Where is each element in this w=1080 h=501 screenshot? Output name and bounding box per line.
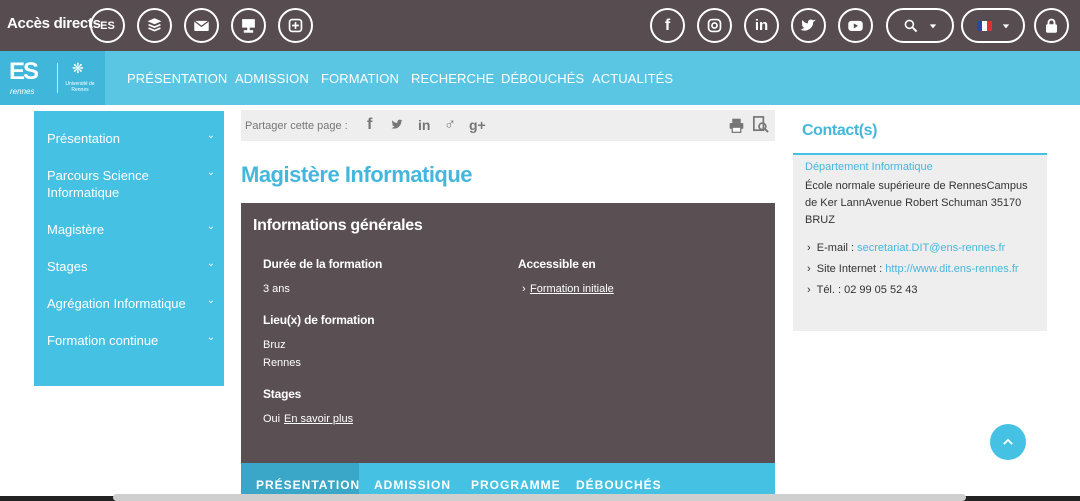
nav-item-recherche[interactable]: RECHERCHE — [411, 71, 494, 86]
quick-access-title: Accès directs — [7, 15, 101, 32]
chevron-down-icon[interactable]: ⌄ — [207, 258, 215, 269]
sidebar-item-presentation[interactable]: Présentation — [47, 130, 202, 147]
french-flag-icon — [976, 20, 992, 31]
phone-number: Tél. : 02 99 05 52 43 — [816, 284, 918, 296]
contact-bullet: › — [807, 263, 811, 275]
chevron-down-icon[interactable]: ⌄ — [207, 130, 215, 141]
youtube-icon[interactable] — [838, 8, 873, 43]
share-facebook-icon[interactable]: f — [367, 116, 372, 134]
ens-icon[interactable]: ES — [90, 8, 125, 43]
nav-item-debouches[interactable]: DÉBOUCHÉS — [501, 71, 584, 86]
main-nav: ES rennes ❋ Université de Rennes PRÉSENT… — [0, 51, 1080, 105]
logo-rennes: rennes — [10, 87, 35, 96]
chevron-down-icon[interactable]: ⌄ — [207, 167, 215, 178]
sidebar-item-agregation[interactable]: Agrégation Informatique — [47, 295, 202, 312]
logo-es: ES — [9, 58, 39, 85]
general-info-heading: Informations générales — [253, 217, 423, 234]
sidebar-item-parcours[interactable]: Parcours Science Informatique — [47, 167, 202, 201]
formation-initiale-link[interactable]: Formation initiale — [530, 283, 614, 295]
search-button[interactable] — [886, 8, 954, 43]
nav-item-presentation[interactable]: PRÉSENTATION — [127, 71, 227, 86]
contact-site-line: › Site Internet : http://www.dit.ens-ren… — [807, 263, 1019, 275]
logo-separator — [57, 63, 58, 93]
horizontal-scrollbar[interactable] — [113, 494, 966, 501]
language-selector[interactable] — [961, 8, 1025, 43]
sidebar-item-magistere[interactable]: Magistère — [47, 221, 202, 238]
location-value: Bruz — [263, 339, 286, 351]
share-linkedin-icon[interactable]: in — [418, 117, 430, 133]
pdf-search-icon[interactable] — [751, 115, 770, 139]
contact-bullet: › — [807, 242, 811, 254]
back-to-top-button[interactable] — [990, 424, 1026, 460]
contact-bullet: › — [807, 284, 811, 296]
nav-item-actualites[interactable]: ACTUALITÉS — [592, 71, 673, 86]
print-icon[interactable] — [728, 117, 745, 139]
duration-label: Durée de la formation — [263, 257, 383, 271]
ens-rennes-logo[interactable]: ES rennes ❋ Université de Rennes — [0, 51, 105, 105]
linkedin-glyph: in — [754, 17, 769, 34]
stages-more-link[interactable]: En savoir plus — [284, 413, 353, 425]
sidebar: Présentation ⌄ Parcours Science Informat… — [34, 111, 224, 386]
sidebar-item-formation-continue[interactable]: Formation continue — [47, 332, 202, 349]
general-info-panel: Informations générales Durée de la forma… — [241, 203, 775, 463]
share-twitter-icon[interactable] — [389, 117, 406, 137]
page-title: Magistère Informatique — [241, 162, 473, 187]
mail-icon[interactable] — [184, 8, 219, 43]
accessible-label: Accessible en — [518, 257, 596, 271]
lock-icon[interactable] — [1034, 8, 1069, 43]
board-icon[interactable] — [231, 8, 266, 43]
instagram-icon[interactable] — [697, 8, 732, 43]
chevron-down-icon[interactable]: ⌄ — [207, 295, 215, 306]
univ-rennes-emblem-icon: ❋ — [72, 60, 84, 76]
caret-down-icon — [1002, 23, 1009, 28]
linkedin-icon[interactable]: in — [744, 8, 779, 43]
facebook-icon[interactable]: f — [650, 8, 685, 43]
duration-value: 3 ans — [263, 283, 290, 295]
logo-university: Université de Rennes — [65, 81, 95, 93]
search-icon — [904, 19, 918, 32]
nav-item-formation[interactable]: FORMATION — [321, 71, 399, 86]
contact-panel: Département Informatique École normale s… — [793, 153, 1047, 331]
accessible-bullet: › — [522, 283, 526, 295]
stages-value: Oui — [263, 413, 281, 425]
twitter-icon[interactable] — [791, 8, 826, 43]
email-link[interactable]: secretariat.DIT@ens-rennes.fr — [857, 242, 1005, 254]
sidebar-item-stages[interactable]: Stages — [47, 258, 202, 275]
contact-phone-line: › Tél. : 02 99 05 52 43 — [807, 284, 918, 296]
share-bar: Partager cette page : f in ♂ g+ — [241, 110, 775, 141]
chevron-down-icon[interactable]: ⌄ — [207, 221, 215, 232]
share-label: Partager cette page : — [245, 120, 348, 132]
ens-icon-label: ES — [100, 19, 115, 32]
facebook-glyph: f — [664, 16, 671, 34]
site-label: Site Internet : — [816, 263, 883, 275]
share-viadeo-icon[interactable]: ♂ — [444, 116, 456, 134]
contact-address: École normale supérieure de RennesCampus… — [805, 180, 1028, 226]
share-googleplus-icon[interactable]: g+ — [469, 117, 486, 133]
location-value: Rennes — [263, 357, 301, 369]
stages-label: Stages — [263, 387, 302, 401]
plus-box-icon[interactable] — [278, 8, 313, 43]
top-bar: Accès directs ES f in — [0, 0, 1080, 51]
location-label: Lieu(x) de formation — [263, 313, 375, 327]
email-label: E-mail : — [816, 242, 855, 254]
chevron-down-icon[interactable]: ⌄ — [207, 332, 215, 343]
book-icon[interactable] — [137, 8, 172, 43]
chevron-up-icon — [1003, 438, 1013, 445]
caret-down-icon — [929, 23, 937, 28]
contact-email-line: › E-mail : secretariat.DIT@ens-rennes.fr — [807, 242, 1005, 254]
contact-title: Contact(s) — [802, 122, 878, 139]
nav-item-admission[interactable]: ADMISSION — [235, 71, 309, 86]
contact-department: Département Informatique — [805, 161, 933, 173]
website-link[interactable]: http://www.dit.ens-rennes.fr — [885, 263, 1018, 275]
